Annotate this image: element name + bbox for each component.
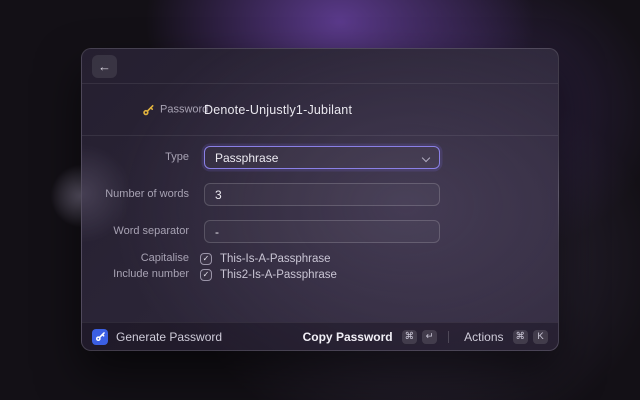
type-row: Type Passphrase <box>82 146 558 169</box>
password-label: Password <box>160 103 209 116</box>
actions-button[interactable]: Actions <box>464 330 503 344</box>
generated-password-row: Password Denote-Unjustly1-Jubilant <box>82 84 558 136</box>
key-icon <box>143 104 154 115</box>
capitalise-label: Capitalise <box>140 252 189 264</box>
capitalise-row: Capitalise ✓ This-Is-A-Passphrase <box>82 252 558 265</box>
window-header: ← <box>82 49 558 84</box>
action-bar: Generate Password Copy Password ⌘ ↵ Acti… <box>82 322 558 350</box>
back-button[interactable]: ← <box>92 54 117 78</box>
number-of-words-input[interactable] <box>204 183 440 206</box>
include-number-example-text: This2-Is-A-Passphrase <box>220 268 337 281</box>
check-icon: ✓ <box>202 253 210 263</box>
word-separator-row: Word separator <box>82 220 558 243</box>
capitalise-example-text: This-Is-A-Passphrase <box>220 252 331 265</box>
command-key-icon: ⌘ <box>512 329 528 344</box>
number-of-words-row: Number of words <box>82 183 558 206</box>
app-icon <box>92 328 108 345</box>
password-generator-window: ← Password Denote-Unjustly1-Jubilant Typ… <box>81 48 559 351</box>
type-select[interactable]: Passphrase <box>204 146 440 169</box>
word-separator-input[interactable] <box>204 220 440 243</box>
chevron-down-icon <box>423 155 430 162</box>
desktop-background: { "icons": { "back": "←", "check": "✓", … <box>0 0 640 400</box>
word-separator-label: Word separator <box>113 225 189 237</box>
password-label-group: Password <box>142 103 208 116</box>
include-number-label: Include number <box>113 268 189 280</box>
include-number-checkbox[interactable]: ✓ <box>200 268 212 281</box>
number-of-words-label: Number of words <box>105 188 189 200</box>
k-key-icon: K <box>533 329 548 344</box>
command-key-icon: ⌘ <box>401 329 418 344</box>
generated-password-value: Denote-Unjustly1-Jubilant <box>204 102 353 117</box>
back-arrow-icon: ← <box>98 58 111 74</box>
key-icon <box>95 332 105 342</box>
type-label: Type <box>165 151 189 163</box>
check-icon: ✓ <box>202 269 210 279</box>
return-key-icon: ↵ <box>422 329 438 344</box>
generator-form: Type Passphrase Number of words Word sep… <box>82 136 558 281</box>
command-title: Generate Password <box>116 329 223 344</box>
copy-password-button[interactable]: Copy Password <box>303 330 393 344</box>
footer-divider <box>448 330 450 343</box>
capitalise-checkbox[interactable]: ✓ <box>200 252 212 265</box>
type-select-value: Passphrase <box>215 150 279 165</box>
include-number-row: Include number ✓ This2-Is-A-Passphrase <box>82 268 558 281</box>
